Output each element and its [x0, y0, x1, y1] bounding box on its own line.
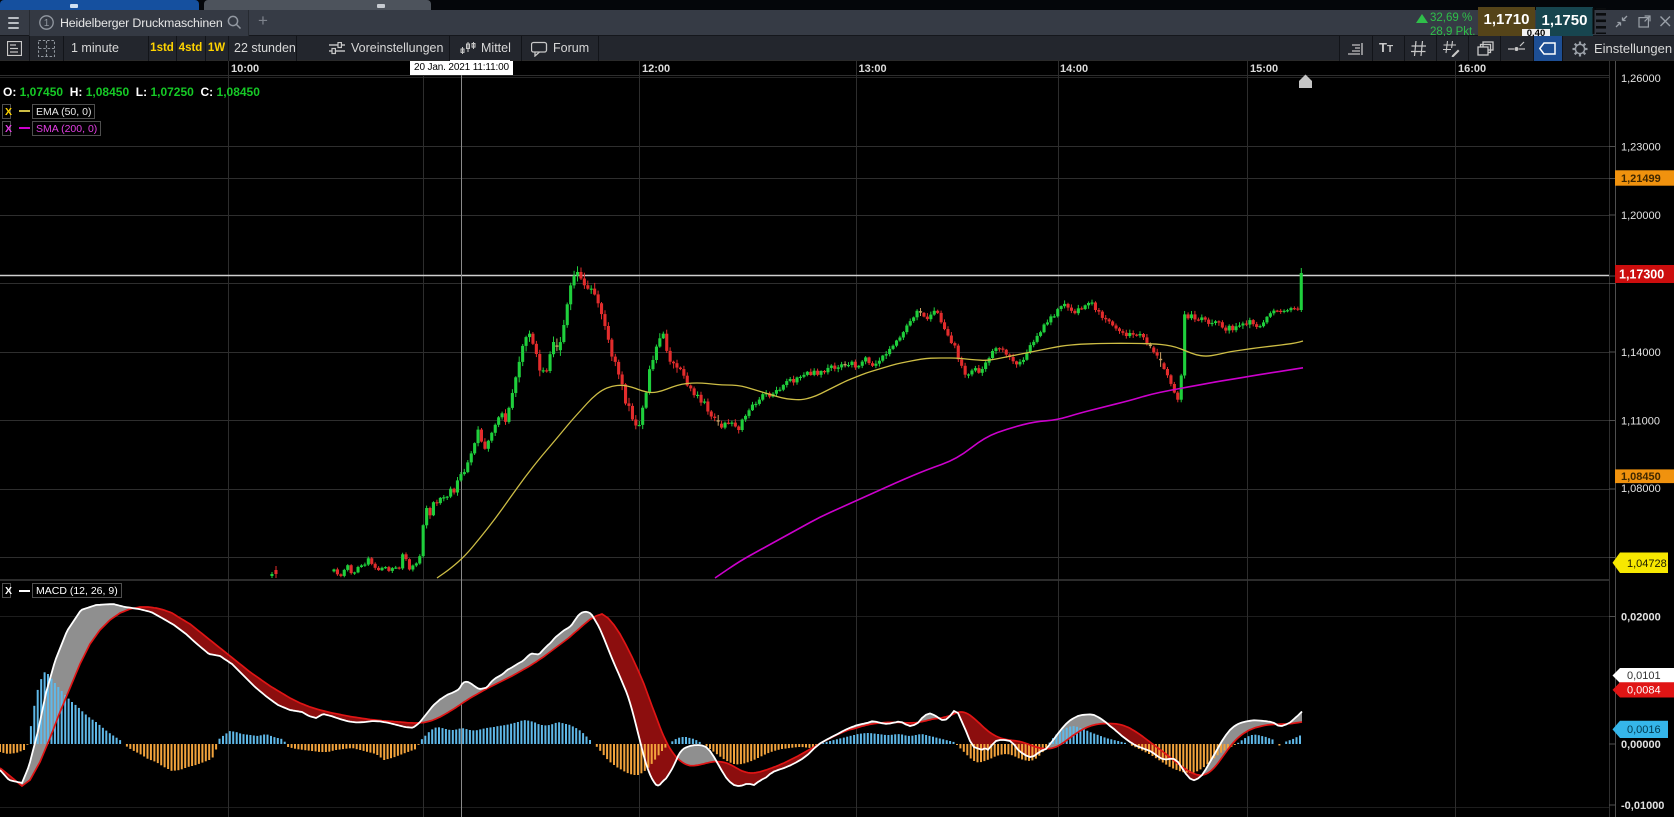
- svg-text:16:00: 16:00: [1458, 63, 1486, 75]
- svg-text:1,08450: 1,08450: [1621, 471, 1661, 483]
- svg-text:1,21499: 1,21499: [1621, 173, 1661, 185]
- svg-text:1,14000: 1,14000: [1621, 347, 1661, 359]
- svg-text:1,17300: 1,17300: [1619, 267, 1664, 281]
- svg-text:12:00: 12:00: [642, 63, 670, 75]
- svg-text:1,08000: 1,08000: [1621, 483, 1661, 495]
- svg-text:1: 1: [44, 18, 50, 29]
- svg-text:1,20000: 1,20000: [1621, 210, 1661, 222]
- svg-text:13:00: 13:00: [859, 63, 887, 75]
- svg-text:14:00: 14:00: [1060, 63, 1088, 75]
- svg-text:1,04728: 1,04728: [1627, 558, 1667, 570]
- svg-text:1,23000: 1,23000: [1621, 141, 1661, 153]
- svg-text:1,11000: 1,11000: [1621, 415, 1660, 427]
- svg-text:0,0101: 0,0101: [1627, 670, 1661, 682]
- svg-text:15:00: 15:00: [1250, 63, 1278, 75]
- svg-text:-0,01000: -0,01000: [1621, 800, 1664, 812]
- svg-text:1,26000: 1,26000: [1621, 73, 1661, 85]
- svg-text:0,0084: 0,0084: [1627, 685, 1661, 697]
- svg-text:0,0016: 0,0016: [1627, 724, 1661, 736]
- svg-text:0,02000: 0,02000: [1621, 611, 1661, 623]
- svg-text:0,00000: 0,00000: [1621, 739, 1661, 751]
- svg-text:10:00: 10:00: [231, 63, 259, 75]
